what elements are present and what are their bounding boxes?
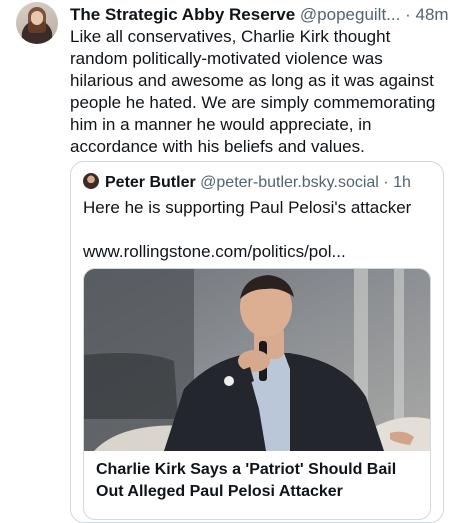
quote-author-name[interactable]: Peter Butler: [105, 174, 196, 191]
quoted-post[interactable]: Peter Butler @peter-butler.bsky.social ·…: [70, 161, 444, 523]
quote-text: Here he is supporting Paul Pelosi's atta…: [83, 198, 412, 217]
quote-link-url[interactable]: www.rollingstone.com/politics/pol...: [83, 240, 433, 264]
author-avatar[interactable]: [16, 2, 58, 44]
quote-author-avatar[interactable]: [83, 173, 99, 189]
quote-separator: ·: [383, 174, 389, 191]
quote-author-handle[interactable]: @peter-butler.bsky.social: [200, 174, 379, 191]
link-preview-image: [84, 269, 430, 451]
author-name[interactable]: The Strategic Abby Reserve: [70, 5, 295, 24]
avatar-face: [31, 11, 43, 25]
post-header: The Strategic Abby Reserve @popeguilt...…: [70, 4, 459, 26]
link-preview-title[interactable]: Charlie Kirk Says a 'Patriot' Should Bai…: [96, 459, 416, 503]
post-time[interactable]: 48m: [416, 5, 449, 24]
link-preview-card[interactable]: Charlie Kirk Says a 'Patriot' Should Bai…: [83, 268, 431, 520]
author-handle[interactable]: @popeguilt...: [300, 5, 400, 24]
post-text: Like all conservatives, Charlie Kirk tho…: [70, 27, 436, 156]
quote-time[interactable]: 1h: [393, 174, 411, 191]
header-separator: ·: [405, 5, 411, 24]
quote-header: Peter Butler @peter-butler.bsky.social ·…: [83, 172, 411, 194]
